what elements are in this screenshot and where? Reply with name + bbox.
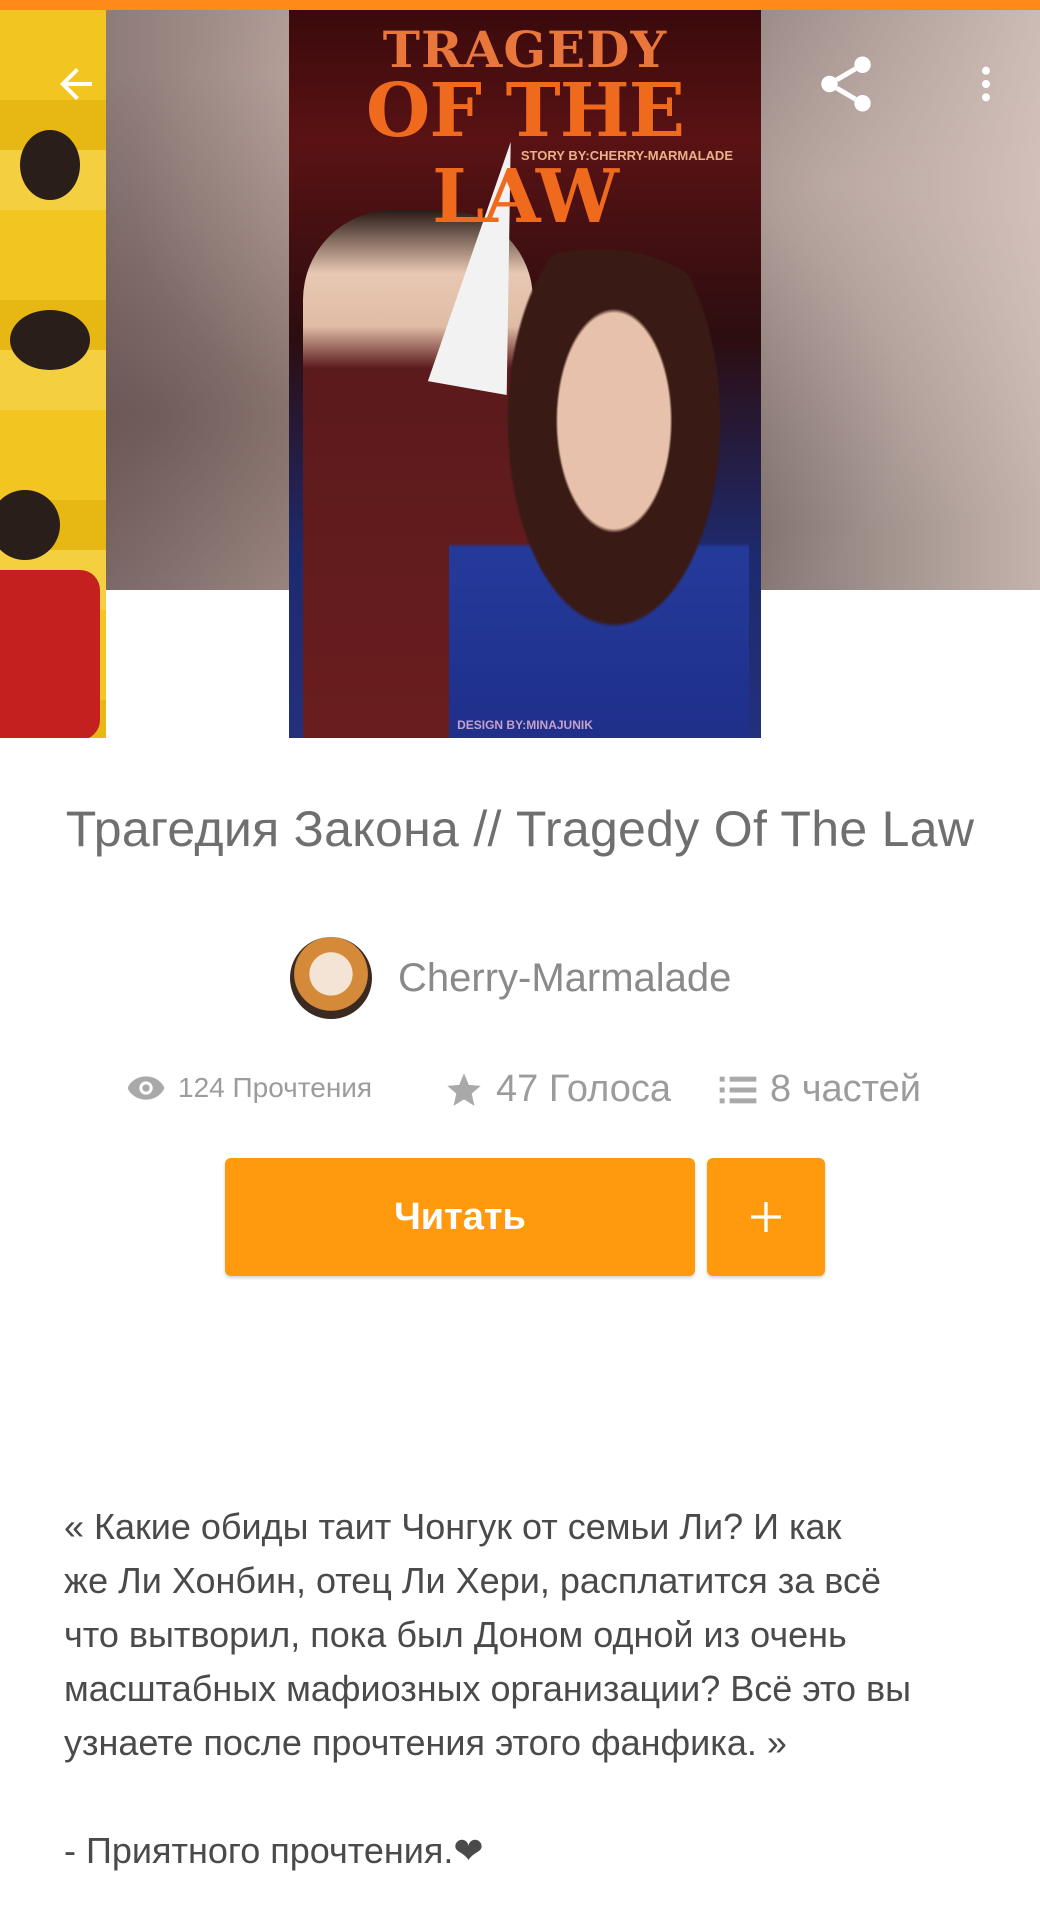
description-line: « Какие обиды таит Чонгук от семьи Ли? И… <box>64 1506 842 1547</box>
avatar <box>290 937 372 1019</box>
plus-icon <box>751 1202 781 1232</box>
story-stats: 124 Прочтения 47 Голоса 8 частей <box>0 1066 1040 1126</box>
votes-count: 47 Голоса <box>496 1068 672 1110</box>
author-name: Cherry-Marmalade <box>398 955 732 1000</box>
list-icon <box>718 1072 758 1108</box>
story-title: Трагедия Закона // Tragedy Of The Law <box>65 801 975 857</box>
parts-count: 8 частей <box>770 1068 921 1110</box>
eye-icon <box>126 1073 166 1103</box>
cover-byline: STORY BY:CHERRY-MARMALADE <box>520 148 733 163</box>
more-vertical-icon <box>982 66 990 102</box>
reads-count: 124 Прочтения <box>178 1072 373 1103</box>
description-line: - Приятного прочтения.❤ <box>64 1830 484 1871</box>
votes-stat: 47 Голоса <box>444 1068 671 1111</box>
share-button[interactable] <box>810 48 882 120</box>
parts-stat: 8 частей <box>718 1068 921 1111</box>
share-icon <box>821 56 871 112</box>
star-icon <box>444 1070 484 1110</box>
read-button[interactable]: Читать <box>225 1158 695 1276</box>
description-line: же Ли Хонбин, отец Ли Хери, расплатится … <box>64 1560 882 1601</box>
cover-footer: DESIGN BY:MINAJUNIK <box>457 718 593 732</box>
top-accent-bar <box>0 0 1040 10</box>
story-description: « Какие обиды таит Чонгук от семьи Ли? И… <box>64 1500 994 1878</box>
story-cover: TRAGEDY OF THE LAW STORY BY:CHERRY-MARMA… <box>289 10 761 738</box>
back-button[interactable] <box>40 48 112 120</box>
arrow-left-icon <box>60 68 92 100</box>
cover-figure-girl <box>449 250 749 738</box>
description-line: узнаете после прочтения этого фанфика. » <box>64 1722 787 1763</box>
add-to-library-button[interactable] <box>707 1158 825 1276</box>
reads-stat: 124 Прочтения <box>126 1072 372 1104</box>
more-options-button[interactable] <box>950 48 1022 120</box>
author-link[interactable]: Cherry-Marmalade <box>290 936 731 1020</box>
description-line: масштабных мафиозных организации? Всё эт… <box>64 1668 912 1709</box>
description-line: что вытворил, пока был Доном одной из оч… <box>64 1614 847 1655</box>
